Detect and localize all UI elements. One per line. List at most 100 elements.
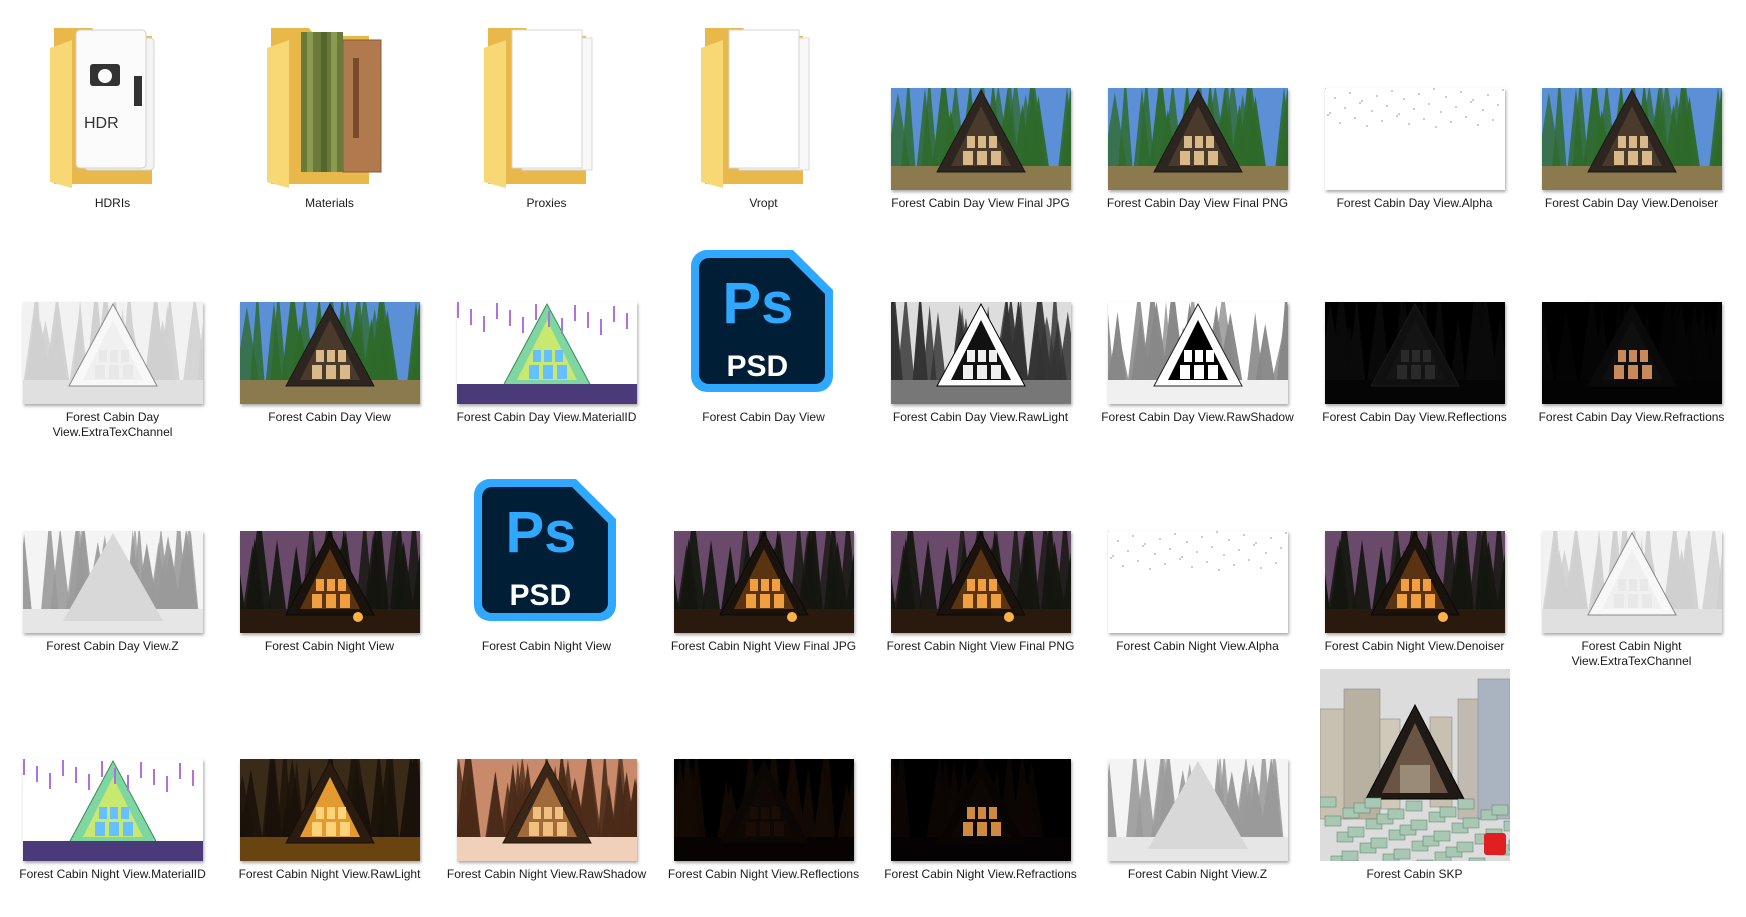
file-item[interactable]: Forest Cabin Night View.Z (1089, 675, 1306, 905)
file-item[interactable]: Forest Cabin Night View.Alpha (1089, 447, 1306, 675)
image-thumbnail (1541, 88, 1722, 190)
file-name-label: Forest Cabin Night View.Alpha (1116, 639, 1279, 653)
thumbnail-area (872, 218, 1089, 404)
folder-icon (699, 18, 829, 190)
thumbnail-area (872, 675, 1089, 861)
thumbnail-area (221, 447, 438, 633)
psd-ps-glyph: Ps (505, 500, 577, 565)
materials-folder-icon (265, 18, 395, 190)
photoshop-psd-icon: Ps PSD (472, 475, 622, 625)
thumbnail-area (872, 447, 1089, 633)
file-name-label: Proxies (526, 196, 567, 210)
file-name-label: Forest Cabin Night View.MaterialID (19, 867, 206, 881)
folder-item[interactable]: Materials (221, 4, 438, 218)
file-name-label: Forest Cabin Night View.Denoiser (1324, 639, 1505, 653)
image-thumbnail (1107, 531, 1288, 633)
hdr-folder-icon: HDR (48, 18, 178, 190)
psd-label-glyph: PSD (726, 350, 789, 383)
folder-item[interactable]: Vropt (655, 4, 872, 218)
image-thumbnail (890, 302, 1071, 404)
file-item[interactable]: Forest Cabin Day View.Denoiser (1523, 4, 1740, 218)
thumbnail-area (221, 4, 438, 190)
file-item[interactable]: Forest Cabin Night View.MaterialID (4, 675, 221, 905)
file-name-label: HDRIs (94, 196, 131, 210)
file-item[interactable]: Forest Cabin Day View.ExtraTexChannel (4, 218, 221, 447)
file-item[interactable]: Forest Cabin Night View Final JPG (655, 447, 872, 675)
image-thumbnail (1541, 302, 1722, 404)
file-item[interactable]: Forest Cabin Night View.RawLight (221, 675, 438, 905)
file-item[interactable]: Forest Cabin Night View.ExtraTexChannel (1523, 447, 1740, 675)
thumbnail-area (1089, 447, 1306, 633)
image-thumbnail (673, 759, 854, 861)
thumbnail-area (655, 4, 872, 190)
file-name-label: Forest Cabin Day View.Alpha (1336, 196, 1493, 210)
psd-ps-glyph: Ps (722, 271, 794, 336)
image-thumbnail (456, 759, 637, 861)
file-name-label: Materials (305, 196, 354, 210)
file-item[interactable]: Forest Cabin Night View (221, 447, 438, 675)
file-name-label: Forest Cabin Day View Final PNG (1106, 196, 1289, 210)
file-item[interactable]: Ps PSD Forest Cabin Day View (655, 218, 872, 447)
image-thumbnail (22, 302, 203, 404)
image-thumbnail (1324, 531, 1505, 633)
file-name-label: Forest Cabin Day View.MaterialID (456, 410, 637, 424)
photoshop-psd-icon: Ps PSD (689, 246, 839, 396)
folder-item[interactable]: HDR HDRIs (4, 4, 221, 218)
file-name-label: Vropt (749, 196, 778, 210)
file-item[interactable]: Ps PSD Forest Cabin Night View (438, 447, 655, 675)
file-name-label: Forest Cabin Night View (481, 639, 612, 653)
folder-icon (482, 18, 612, 190)
thumbnail-area (1306, 447, 1523, 633)
file-name-label: Forest Cabin Night View.ExtraTexChannel (1571, 639, 1692, 668)
file-name-label: Forest Cabin Day View (702, 410, 825, 424)
thumbnail-area (221, 218, 438, 404)
file-item[interactable]: Forest Cabin Night View.Reflections (655, 675, 872, 905)
file-item[interactable]: Forest Cabin Night View.Denoiser (1306, 447, 1523, 675)
file-item[interactable]: Forest Cabin Night View Final PNG (872, 447, 1089, 675)
file-item[interactable]: Forest Cabin SKP (1306, 669, 1523, 905)
file-name-label: Forest Cabin Night View Final PNG (886, 639, 1075, 653)
file-item[interactable]: Forest Cabin Night View.Refractions (872, 675, 1089, 905)
thumbnail-area (4, 218, 221, 404)
file-item[interactable]: Forest Cabin Day View.RawShadow (1089, 218, 1306, 447)
image-thumbnail (1541, 531, 1722, 633)
file-name-label: Forest Cabin Day View.ExtraTexChannel (52, 410, 173, 439)
image-thumbnail (239, 302, 420, 404)
image-thumbnail (22, 759, 203, 861)
image-thumbnail (1107, 759, 1288, 861)
thumbnail-area (1306, 218, 1523, 404)
file-item[interactable]: Forest Cabin Day View Final PNG (1089, 4, 1306, 218)
file-item[interactable]: Forest Cabin Day View.MaterialID (438, 218, 655, 447)
thumbnail-area (438, 4, 655, 190)
file-name-label: Forest Cabin Day View.RawLight (892, 410, 1069, 424)
file-item[interactable]: Forest Cabin Day View.Reflections (1306, 218, 1523, 447)
file-name-label: Forest Cabin Night View.RawLight (238, 867, 421, 881)
file-item[interactable]: Forest Cabin Day View.Refractions (1523, 218, 1740, 447)
file-grid: HDR HDRIs Materials Proxies Vropt Forest… (4, 4, 1744, 905)
thumbnail-area (1523, 218, 1740, 404)
thumbnail-area: Ps PSD (438, 447, 655, 633)
file-item[interactable]: Forest Cabin Night View.RawShadow (438, 675, 655, 905)
file-item[interactable]: Forest Cabin Day View.RawLight (872, 218, 1089, 447)
file-item[interactable]: Forest Cabin Day View Final JPG (872, 4, 1089, 218)
image-thumbnail (1324, 302, 1505, 404)
image-thumbnail (1107, 88, 1288, 190)
image-thumbnail (890, 531, 1071, 633)
thumbnail-area (872, 4, 1089, 190)
file-item[interactable]: Forest Cabin Day View.Z (4, 447, 221, 675)
folder-item[interactable]: Proxies (438, 4, 655, 218)
thumbnail-area (1523, 447, 1740, 633)
file-name-label: Forest Cabin Day View.Denoiser (1544, 196, 1719, 210)
file-name-label: Forest Cabin Night View.Z (1127, 867, 1268, 881)
thumbnail-area (438, 675, 655, 861)
thumbnail-area (4, 447, 221, 633)
thumbnail-area (655, 447, 872, 633)
file-item[interactable]: Forest Cabin Day View.Alpha (1306, 4, 1523, 218)
thumbnail-area (4, 675, 221, 861)
file-item[interactable]: Forest Cabin Day View (221, 218, 438, 447)
file-name-label: Forest Cabin Day View Final JPG (891, 196, 1070, 210)
image-thumbnail (890, 759, 1071, 861)
image-thumbnail (239, 531, 420, 633)
thumbnail-area: HDR (4, 4, 221, 190)
thumbnail-area (1306, 669, 1523, 861)
